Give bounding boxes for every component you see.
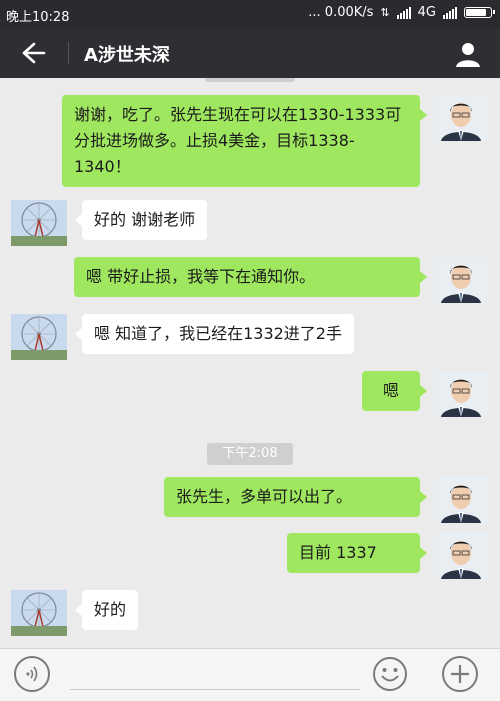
battery-icon bbox=[464, 7, 495, 18]
teacher-avatar[interactable] bbox=[433, 257, 489, 303]
status-time: 晚上10:28 bbox=[6, 10, 70, 25]
chat-header: A涉世未深 bbox=[0, 28, 500, 78]
message-bubble-outgoing[interactable]: 嗯 带好止损，我等下在通知你。 bbox=[74, 257, 427, 297]
message-bubble-outgoing[interactable]: 谢谢，吃了。张先生现在可以在1330-1333可分批进场做多。止损4美金，目标1… bbox=[62, 95, 427, 187]
cut-off-timestamp bbox=[205, 78, 295, 82]
message-bubble-outgoing[interactable]: 目前 1337 bbox=[287, 533, 427, 573]
timestamp-badge: 下午2:08 bbox=[207, 443, 293, 465]
status-bar: 晚上10:28 ... 0.00K/s ⇅ 4G bbox=[0, 0, 500, 28]
message-bubble-outgoing[interactable]: 张先生，多单可以出了。 bbox=[164, 477, 427, 517]
teacher-avatar[interactable] bbox=[433, 533, 489, 579]
network-type: 4G bbox=[417, 5, 436, 20]
signal-icon-2 bbox=[443, 6, 457, 19]
chat-title: A涉世未深 bbox=[84, 45, 170, 66]
message-bubble-incoming[interactable]: 嗯 知道了，我已经在1332进了2手 bbox=[75, 314, 354, 354]
header-divider bbox=[68, 42, 69, 64]
message-input[interactable] bbox=[70, 689, 360, 690]
signal-icon bbox=[396, 6, 411, 19]
voice-icon[interactable] bbox=[14, 656, 50, 692]
person-icon[interactable] bbox=[454, 40, 482, 68]
customer-avatar[interactable] bbox=[11, 314, 67, 360]
voice-wave-icon bbox=[26, 666, 38, 682]
customer-avatar[interactable] bbox=[11, 200, 67, 246]
input-bar bbox=[0, 648, 500, 701]
emoji-icon[interactable] bbox=[372, 656, 408, 692]
message-bubble-outgoing[interactable]: 嗯 bbox=[362, 371, 427, 411]
message-bubble-incoming[interactable]: 好的 bbox=[74, 590, 139, 630]
status-indicators: ... 0.00K/s ⇅ 4G bbox=[308, 5, 495, 20]
chat-area[interactable]: 谢谢，吃了。张先生现在可以在1330-1333可分批进场做多。止损4美金，目标1… bbox=[0, 78, 500, 648]
customer-avatar[interactable] bbox=[11, 590, 67, 636]
back-arrow-icon[interactable] bbox=[18, 39, 48, 67]
plus-icon[interactable] bbox=[442, 656, 478, 692]
message-bubble-incoming[interactable]: 好的 谢谢老师 bbox=[74, 200, 208, 240]
net-speed: ... 0.00K/s bbox=[308, 5, 374, 20]
teacher-avatar[interactable] bbox=[433, 477, 489, 523]
teacher-avatar[interactable] bbox=[433, 95, 489, 141]
plus-glyph-icon bbox=[451, 665, 469, 683]
data-arrows-icon: ⇅ bbox=[380, 6, 390, 19]
teacher-avatar[interactable] bbox=[433, 371, 489, 417]
